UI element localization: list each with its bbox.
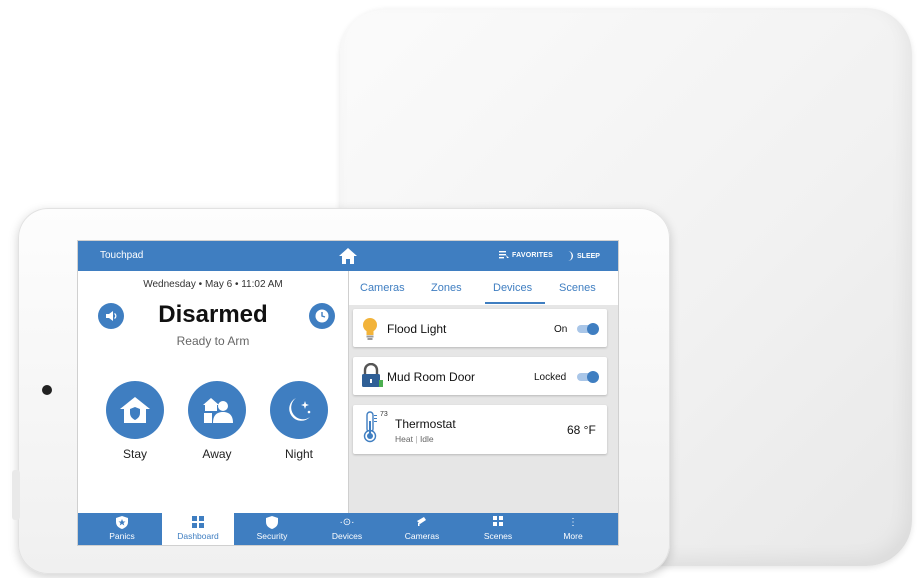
nav-scenes[interactable]: Scenes <box>462 513 534 545</box>
thermometer-icon <box>363 411 377 443</box>
nav-panics[interactable]: Panics <box>86 513 158 545</box>
arm-stay-button[interactable] <box>106 381 164 439</box>
toggle-knob <box>587 371 599 383</box>
tab-devices[interactable]: Devices <box>493 282 532 294</box>
lock-icon <box>362 363 383 387</box>
app-title: Touchpad <box>100 250 144 261</box>
nav-cameras[interactable]: Cameras <box>386 513 458 545</box>
tab-zones[interactable]: Zones <box>431 282 462 294</box>
device-card-mud-room-door[interactable]: Mud Room Door Locked <box>353 357 607 395</box>
device-value: On <box>554 324 568 335</box>
active-tab-indicator <box>485 302 545 304</box>
device-value: Locked <box>534 372 567 383</box>
moon-icon <box>568 251 573 261</box>
more-vertical-icon: ⋮ <box>568 517 578 528</box>
tab-bar: Cameras Zones Devices Scenes <box>349 271 618 305</box>
nav-label: Panics <box>109 531 135 541</box>
devices-icon: ·⊙· <box>339 517 355 528</box>
arm-night-button[interactable] <box>270 381 328 439</box>
toggle-knob <box>587 323 599 335</box>
device-name: Flood Light <box>387 322 447 336</box>
camera-icon <box>386 516 458 530</box>
flood-light-toggle[interactable] <box>577 323 599 335</box>
arm-away-button[interactable] <box>188 381 246 439</box>
device-card-flood-light[interactable]: Flood Light On <box>353 309 607 347</box>
arm-status: Disarmed <box>158 301 268 328</box>
away-label: Away <box>202 447 232 461</box>
date: May 6 <box>204 279 233 290</box>
tab-scenes[interactable]: Scenes <box>559 282 596 294</box>
tablet-side-tab <box>12 470 20 520</box>
lightbulb-icon <box>363 318 377 340</box>
scenes-icon <box>462 516 534 530</box>
device-name: Mud Room Door <box>387 370 476 384</box>
touchpad-screen: Touchpad FAVORITES SLEEP Wednesday • May… <box>78 241 618 545</box>
favorites-button[interactable]: FAVORITES <box>499 251 553 259</box>
night-label: Night <box>284 447 313 461</box>
nav-label: Devices <box>331 531 363 541</box>
clock-button[interactable] <box>309 303 335 329</box>
nav-label: Dashboard <box>177 531 219 541</box>
sleep-label: SLEEP <box>577 252 600 260</box>
shield-star-icon <box>86 516 158 530</box>
date-time: Wednesday • May 6 • 11:02 AM <box>143 279 283 290</box>
thermostat-setpoint: 73 <box>380 411 388 418</box>
bottom-nav: Panics Dashboard Security ·⊙· Devices Ca… <box>78 513 618 545</box>
moon-stars-icon <box>289 398 311 421</box>
nav-label: Scenes <box>483 531 513 541</box>
thermostat-state: Idle <box>419 434 434 444</box>
device-card-thermostat[interactable]: 73 Thermostat Heat | Idle 68 °F <box>353 405 607 454</box>
tab-cameras[interactable]: Cameras <box>360 282 405 294</box>
front-camera <box>42 385 52 395</box>
favorites-label: FAVORITES <box>512 251 553 259</box>
thermostat-mode-state: Heat | Idle <box>395 434 434 444</box>
home-shield-icon <box>120 397 150 423</box>
favorites-icon <box>499 251 509 259</box>
nav-label: More <box>563 531 583 541</box>
nav-dashboard[interactable]: Dashboard <box>162 513 234 545</box>
door-lock-toggle[interactable] <box>577 371 599 383</box>
stay-label: Stay <box>122 447 147 461</box>
clock-icon <box>315 309 329 323</box>
time: 11:02 AM <box>241 279 283 290</box>
thermostat-temperature: 68 °F <box>567 423 596 437</box>
arm-substatus: Ready to Arm <box>176 334 250 348</box>
top-bar: Touchpad FAVORITES SLEEP <box>78 241 618 271</box>
grid-icon <box>162 516 234 530</box>
security-panel: Wednesday • May 6 • 11:02 AM Disarmed Re… <box>78 271 348 513</box>
nav-label: Cameras <box>404 531 440 541</box>
nav-security[interactable]: Security <box>236 513 308 545</box>
devices-panel: Cameras Zones Devices Scenes Flood Light… <box>349 271 618 513</box>
sleep-button[interactable]: SLEEP <box>566 251 600 261</box>
thermostat-mode: Heat <box>395 434 413 444</box>
people-icon <box>203 398 233 423</box>
shield-icon <box>236 516 308 530</box>
weekday: Wednesday <box>143 279 196 290</box>
nav-devices[interactable]: ·⊙· Devices <box>311 513 383 545</box>
device-name: Thermostat <box>395 417 456 431</box>
home-icon[interactable] <box>338 246 358 266</box>
nav-more[interactable]: ⋮ More <box>537 513 609 545</box>
nav-label: Security <box>256 531 288 541</box>
